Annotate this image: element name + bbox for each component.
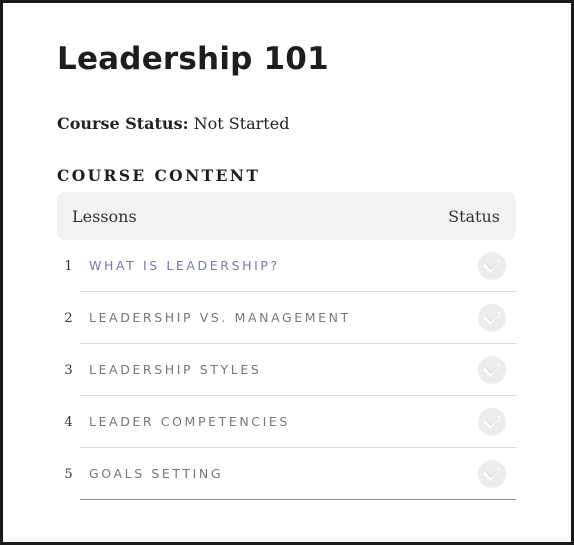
lesson-status-checkmark-icon[interactable]	[478, 252, 506, 280]
lesson-link-leadership-vs-management[interactable]: LEADERSHIP VS. MANAGEMENT	[89, 310, 351, 325]
row-divider	[80, 499, 516, 500]
lesson-row: 1 WHAT IS LEADERSHIP?	[57, 240, 516, 292]
lesson-number: 3	[64, 363, 73, 378]
lesson-number: 5	[64, 467, 73, 482]
lesson-row: 3 LEADERSHIP STYLES	[57, 344, 516, 396]
page-title: Leadership 101	[57, 41, 329, 77]
lessons-table-header: Lessons Status	[57, 192, 516, 240]
lesson-link-leadership-styles[interactable]: LEADERSHIP STYLES	[89, 362, 261, 377]
lesson-row: 5 GOALS SETTING	[57, 448, 516, 500]
lesson-link-leader-competencies[interactable]: LEADER COMPETENCIES	[89, 414, 290, 429]
course-status: Course Status: Not Started	[57, 114, 289, 133]
lesson-status-checkmark-icon[interactable]	[478, 304, 506, 332]
lesson-number: 4	[64, 415, 73, 430]
lesson-status-checkmark-icon[interactable]	[478, 356, 506, 384]
course-content-heading: COURSE CONTENT	[57, 166, 261, 185]
lesson-status-checkmark-icon[interactable]	[478, 408, 506, 436]
course-panel: Leadership 101 Course Status: Not Starte…	[0, 0, 574, 545]
lessons-list: 1 WHAT IS LEADERSHIP? 2 LEADERSHIP VS. M…	[57, 240, 516, 500]
lesson-link-what-is-leadership[interactable]: WHAT IS LEADERSHIP?	[89, 258, 280, 273]
lesson-status-checkmark-icon[interactable]	[478, 460, 506, 488]
lessons-column-header: Lessons	[72, 207, 137, 226]
course-status-label: Course Status:	[57, 114, 189, 133]
lesson-row: 4 LEADER COMPETENCIES	[57, 396, 516, 448]
lesson-link-goals-setting[interactable]: GOALS SETTING	[89, 466, 223, 481]
lesson-number: 2	[64, 311, 73, 326]
course-status-value: Not Started	[193, 114, 290, 133]
lesson-number: 1	[64, 259, 73, 274]
status-column-header: Status	[448, 207, 500, 226]
lesson-row: 2 LEADERSHIP VS. MANAGEMENT	[57, 292, 516, 344]
